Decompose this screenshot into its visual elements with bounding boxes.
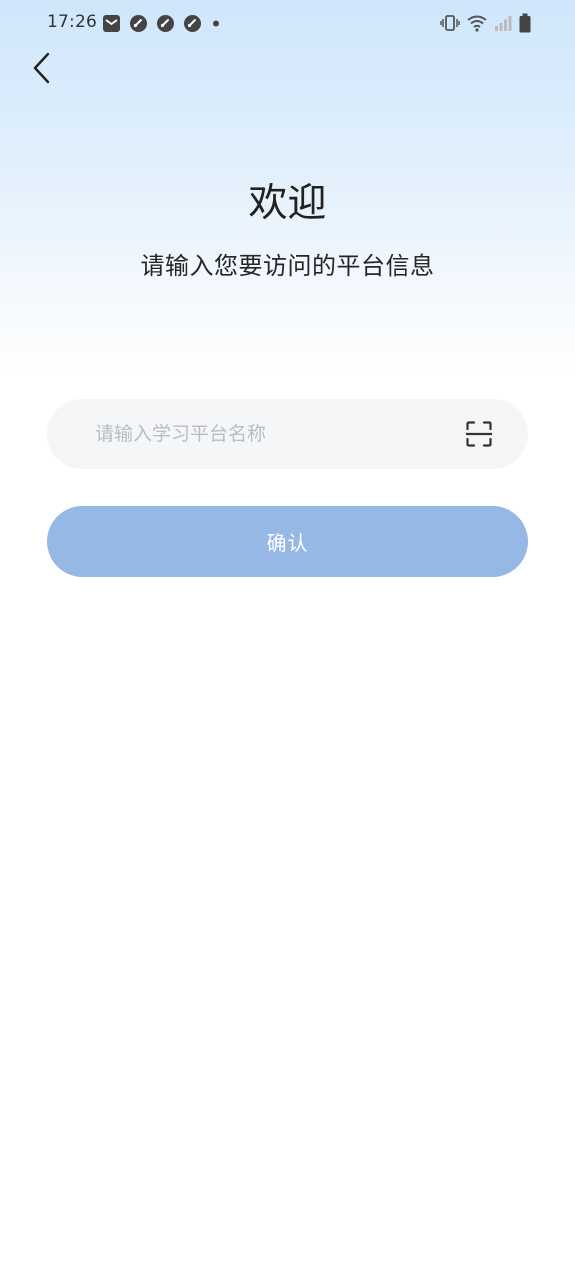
speedometer-icon (183, 14, 202, 37)
confirm-button-label: 确认 (266, 531, 309, 555)
platform-name-input[interactable] (95, 399, 445, 469)
system-icons (440, 13, 531, 37)
page-subtitle: 请输入您要访问的平台信息 (140, 252, 435, 280)
speedometer-icon (156, 14, 175, 37)
status-bar: 17:26 (0, 0, 575, 46)
platform-input-container (47, 399, 528, 469)
dot-icon (210, 14, 222, 37)
speedometer-icon (129, 14, 148, 37)
back-button[interactable] (22, 50, 62, 90)
confirm-button[interactable]: 确认 (47, 506, 528, 577)
page-title: 欢迎 (248, 181, 327, 226)
wifi-icon (467, 14, 487, 36)
vibrate-icon (440, 14, 460, 36)
chevron-left-icon (31, 51, 53, 89)
signal-icon (494, 14, 512, 36)
battery-icon (519, 13, 531, 37)
scan-icon (465, 421, 493, 451)
mail-icon (102, 14, 121, 37)
status-time: 17:26 (47, 12, 97, 32)
scan-button[interactable] (465, 421, 493, 447)
notification-icons (102, 14, 222, 37)
